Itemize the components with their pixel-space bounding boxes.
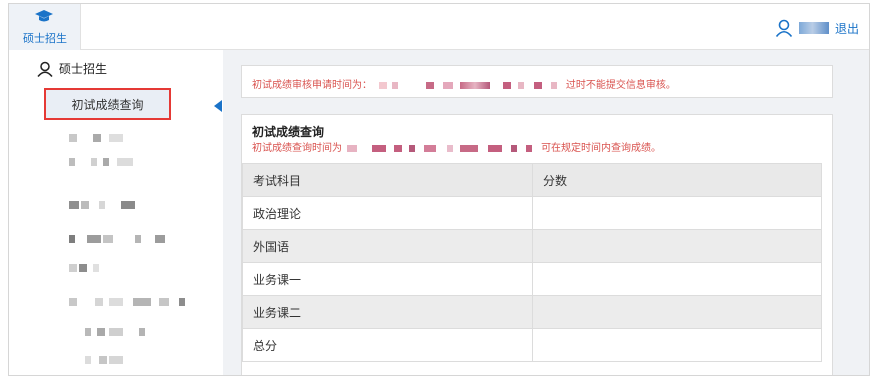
table-row: 业务课二 bbox=[242, 295, 822, 329]
redacted-date bbox=[503, 81, 512, 89]
panel-subtitle: 初试成绩查询时间为 可在规定时间内查询成绩。 bbox=[252, 139, 661, 154]
nav-tab-master-admission[interactable]: 硕士招生 bbox=[9, 4, 81, 50]
redacted-date bbox=[518, 81, 525, 89]
sidebar-item-score-query[interactable]: 初试成绩查询 bbox=[44, 88, 171, 120]
redacted-date bbox=[459, 81, 490, 89]
table-row: 政治理论 bbox=[242, 196, 822, 230]
sidebar-header[interactable]: 硕士招生 bbox=[37, 60, 107, 77]
redacted-date bbox=[442, 81, 453, 89]
main-content: 初试成绩审核申请时间为： 过时不能提交信息审核。 初试成绩查询 初试成绩查询时间… bbox=[223, 50, 869, 375]
redacted-date bbox=[347, 144, 358, 152]
user-icon bbox=[37, 61, 53, 77]
redacted-date bbox=[533, 81, 542, 89]
panel-sub-suffix: 可在规定时间内查询成绩。 bbox=[541, 143, 662, 154]
logout-link[interactable]: 退出 bbox=[835, 20, 859, 37]
subject-cell: 外国语 bbox=[242, 229, 533, 263]
user-icon[interactable] bbox=[775, 19, 793, 37]
redacted-date bbox=[550, 81, 557, 89]
table-row: 总分 bbox=[242, 328, 822, 362]
score-cell bbox=[532, 229, 822, 263]
score-cell bbox=[532, 262, 822, 296]
column-header-subject: 考试科目 bbox=[242, 163, 533, 197]
redacted-date bbox=[379, 81, 388, 89]
nav-tab-label: 硕士招生 bbox=[23, 32, 67, 45]
user-name-redacted bbox=[798, 22, 829, 34]
redacted-date bbox=[425, 81, 434, 89]
subject-cell: 业务课二 bbox=[242, 295, 533, 329]
score-cell bbox=[532, 196, 822, 230]
score-cell bbox=[532, 295, 822, 329]
table-header-row: 考试科目 分数 bbox=[242, 163, 822, 197]
subject-cell: 业务课一 bbox=[242, 262, 533, 296]
notice-banner: 初试成绩审核申请时间为： 过时不能提交信息审核。 bbox=[241, 65, 833, 98]
score-table: 考试科目 分数 政治理论 外国语 业务课一 业务课二 总分 bbox=[242, 163, 822, 362]
notice-suffix: 过时不能提交信息审核。 bbox=[565, 80, 676, 91]
subject-cell: 总分 bbox=[242, 328, 533, 362]
redacted-date bbox=[460, 144, 479, 152]
score-query-panel: 初试成绩查询 初试成绩查询时间为 可在规定时间内查询成绩。 考试科目 分数 政治… bbox=[241, 114, 833, 375]
sidebar-item-redacted[interactable] bbox=[69, 134, 139, 142]
sidebar-item-label: 初试成绩查询 bbox=[71, 98, 144, 112]
graduation-cap-icon bbox=[35, 10, 53, 22]
redacted-date bbox=[525, 144, 532, 152]
sidebar-item-redacted[interactable] bbox=[69, 264, 109, 272]
redacted-date bbox=[372, 144, 387, 152]
sidebar-item-redacted[interactable] bbox=[85, 356, 145, 364]
sidebar-item-redacted[interactable] bbox=[69, 235, 179, 243]
redacted-date bbox=[487, 144, 502, 152]
redacted-date bbox=[423, 144, 436, 152]
redacted-date bbox=[392, 81, 399, 89]
user-area: 退出 bbox=[775, 17, 859, 39]
notice-text: 初试成绩审核申请时间为： 过时不能提交信息审核。 bbox=[252, 76, 676, 91]
column-header-score: 分数 bbox=[532, 163, 822, 197]
redacted-date bbox=[447, 144, 454, 152]
sidebar: 硕士招生 初试成绩查询 bbox=[9, 50, 223, 375]
sidebar-header-label: 硕士招生 bbox=[59, 62, 108, 76]
app-window: 硕士招生 退出 硕士招生 初试成绩查询 初试成绩审核申请时间为： 过时不能提交信… bbox=[8, 3, 870, 376]
sidebar-item-redacted[interactable] bbox=[69, 158, 149, 166]
sidebar-item-redacted[interactable] bbox=[85, 328, 165, 336]
notice-prefix: 初试成绩审核申请时间为： bbox=[252, 80, 372, 91]
redacted-date bbox=[393, 144, 402, 152]
sidebar-item-redacted[interactable] bbox=[69, 298, 209, 306]
panel-title: 初试成绩查询 bbox=[252, 125, 325, 139]
redacted-date bbox=[408, 144, 415, 152]
table-row: 外国语 bbox=[242, 229, 822, 263]
top-bar: 硕士招生 退出 bbox=[9, 4, 869, 50]
score-cell bbox=[532, 328, 822, 362]
redacted-date bbox=[510, 144, 517, 152]
caret-left-icon[interactable] bbox=[214, 100, 222, 112]
panel-sub-prefix: 初试成绩查询时间为 bbox=[252, 143, 342, 154]
subject-cell: 政治理论 bbox=[242, 196, 533, 230]
table-row: 业务课一 bbox=[242, 262, 822, 296]
sidebar-item-redacted[interactable] bbox=[69, 201, 149, 209]
